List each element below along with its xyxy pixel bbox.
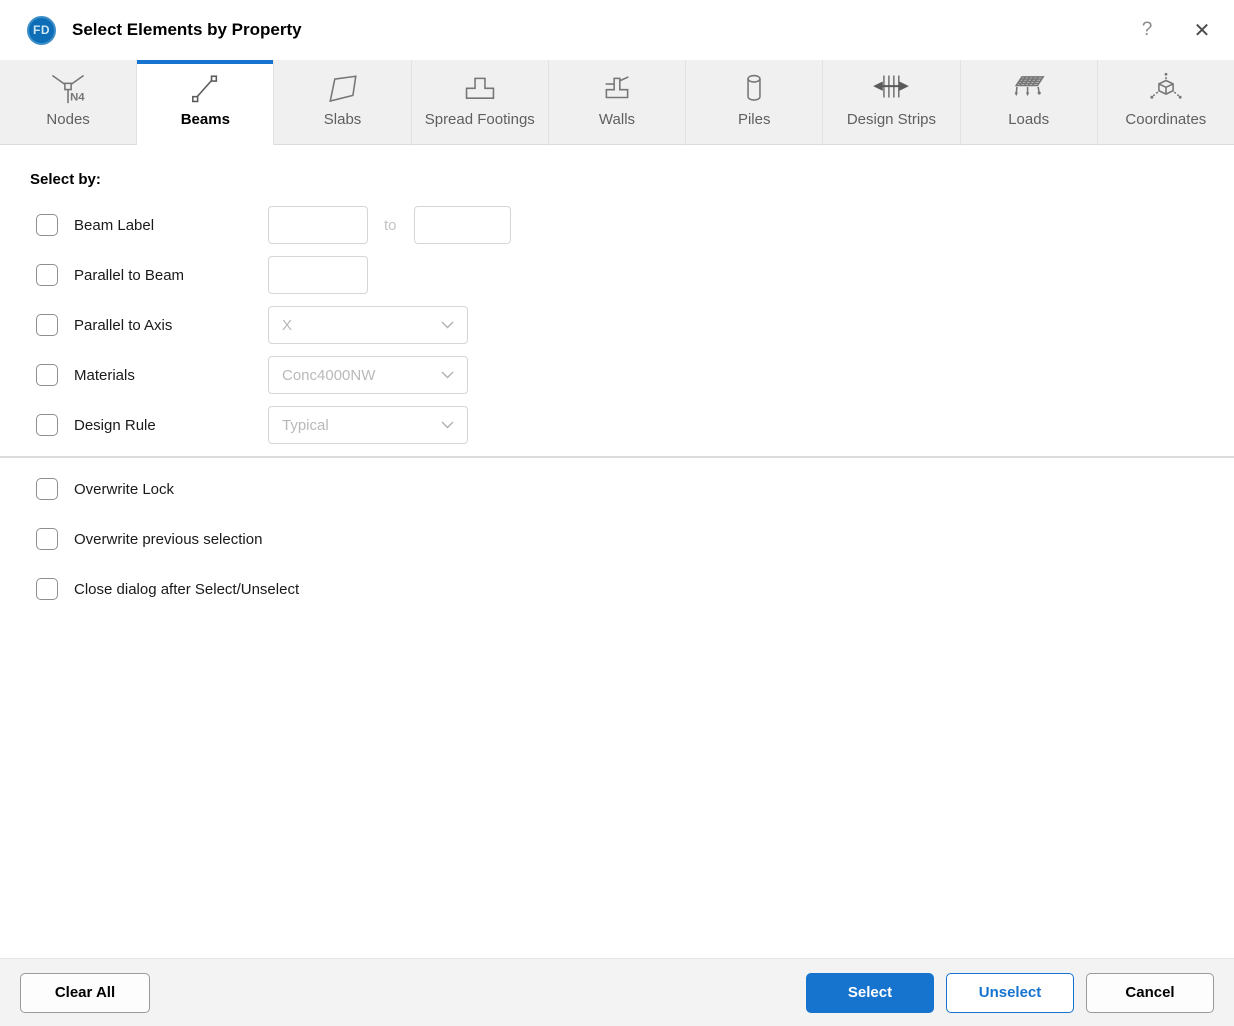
to-label: to: [384, 216, 397, 234]
design-rule-checkbox[interactable]: [36, 414, 58, 436]
tab-label: Spread Footings: [424, 111, 535, 128]
close-icon[interactable]: ✕: [1182, 10, 1222, 50]
tab-nodes[interactable]: N4 Nodes: [0, 60, 138, 145]
clear-all-button[interactable]: Clear All: [20, 972, 150, 1013]
design-rule-text: Design Rule: [74, 416, 156, 434]
option-row-overwrite-lock: Overwrite Lock: [30, 478, 1204, 500]
tab-label: Nodes: [46, 111, 90, 128]
beam-label-to-input[interactable]: [413, 206, 511, 244]
tab-label: Design Strips: [846, 111, 937, 128]
parallel-to-axis-text: Parallel to Axis: [74, 316, 173, 334]
option-row-overwrite-previous: Overwrite previous selection: [30, 528, 1204, 550]
parallel-to-axis-dropdown[interactable]: X: [268, 306, 468, 344]
beam-label-from-input[interactable]: [268, 206, 368, 244]
dropdown-value: Typical: [282, 416, 329, 434]
form-row-parallel-to-axis: Parallel to Axis X: [30, 306, 1204, 344]
design-rule-dropdown[interactable]: Typical: [268, 406, 468, 444]
chevron-down-icon: [441, 321, 454, 329]
form-row-parallel-to-beam: Parallel to Beam: [30, 256, 1204, 294]
walls-icon: [605, 76, 629, 99]
form-row-beam-label: Beam Label to: [30, 206, 1204, 244]
design-strips-icon: [873, 75, 910, 98]
form-row-materials: Materials Conc4000NW: [30, 356, 1204, 394]
overwrite-previous-checkbox[interactable]: [36, 528, 58, 550]
footer-bar: Clear All Select Unselect Cancel: [0, 958, 1234, 1026]
select-by-heading: Select by:: [30, 171, 101, 188]
parallel-to-beam-checkbox[interactable]: [36, 264, 58, 286]
coordinates-icon: [1150, 72, 1182, 99]
form-row-design-rule: Design Rule Typical: [30, 406, 1204, 444]
parallel-to-axis-checkbox[interactable]: [36, 314, 58, 336]
select-button[interactable]: Select: [806, 972, 934, 1013]
cancel-button[interactable]: Cancel: [1086, 972, 1214, 1013]
overwrite-lock-checkbox[interactable]: [36, 478, 58, 500]
piles-icon: [747, 74, 761, 101]
option-row-close-dialog: Close dialog after Select/Unselect: [30, 578, 1204, 600]
dropdown-value: X: [282, 316, 293, 334]
close-dialog-checkbox[interactable]: [36, 578, 58, 600]
parallel-to-beam-text: Parallel to Beam: [74, 266, 185, 284]
loads-icon: [1014, 76, 1045, 97]
tab-spread-footings[interactable]: Spread Footings: [411, 60, 549, 145]
chevron-down-icon: [441, 421, 454, 429]
tab-slabs[interactable]: Slabs: [274, 60, 412, 145]
page-title: Select Elements by Property: [72, 20, 302, 39]
tab-label: Beams: [180, 111, 230, 128]
parallel-to-beam-input[interactable]: [268, 256, 368, 294]
help-icon[interactable]: ?: [1130, 13, 1164, 47]
beam-label-text: Beam Label: [74, 216, 155, 234]
materials-checkbox[interactable]: [36, 364, 58, 386]
dropdown-value: Conc4000NW: [282, 366, 376, 384]
unselect-button[interactable]: Unselect: [946, 972, 1074, 1013]
tab-label: Slabs: [323, 111, 362, 128]
form-section: Select by: Beam Label to Parallel to Bea…: [0, 145, 1234, 444]
tab-loads[interactable]: Loads: [960, 60, 1098, 145]
node-tag-text: N4: [70, 91, 85, 103]
overwrite-previous-text: Overwrite previous selection: [74, 530, 263, 548]
tab-walls[interactable]: Walls: [548, 60, 687, 145]
overwrite-lock-text: Overwrite Lock: [74, 480, 175, 498]
slabs-icon: [328, 75, 357, 103]
app-logo-text: FD: [33, 23, 50, 37]
close-dialog-text: Close dialog after Select/Unselect: [74, 580, 300, 598]
app-logo: FD: [27, 15, 56, 45]
beams-icon: [192, 75, 218, 103]
options-section: Overwrite Lock Overwrite previous select…: [0, 458, 1234, 600]
nodes-icon: N4: [52, 74, 85, 103]
tab-piles[interactable]: Piles: [686, 60, 824, 145]
tab-bar: N4 Nodes Beams Slabs Spread Footings Wal…: [0, 60, 1234, 145]
chevron-down-icon: [441, 371, 454, 379]
beam-label-checkbox[interactable]: [36, 214, 58, 236]
title-bar: FD Select Elements by Property ? ✕: [0, 0, 1234, 60]
tab-label: Loads: [1008, 111, 1050, 128]
materials-text: Materials: [74, 366, 135, 384]
tab-design-strips[interactable]: Design Strips: [823, 60, 961, 145]
materials-dropdown[interactable]: Conc4000NW: [268, 356, 468, 394]
spread-footings-icon: [465, 77, 495, 99]
tab-beams[interactable]: Beams: [137, 60, 275, 145]
tab-label: Walls: [598, 111, 636, 128]
tab-label: Piles: [737, 111, 771, 128]
tab-coordinates[interactable]: Coordinates: [1097, 60, 1234, 145]
tab-label: Coordinates: [1125, 111, 1207, 128]
